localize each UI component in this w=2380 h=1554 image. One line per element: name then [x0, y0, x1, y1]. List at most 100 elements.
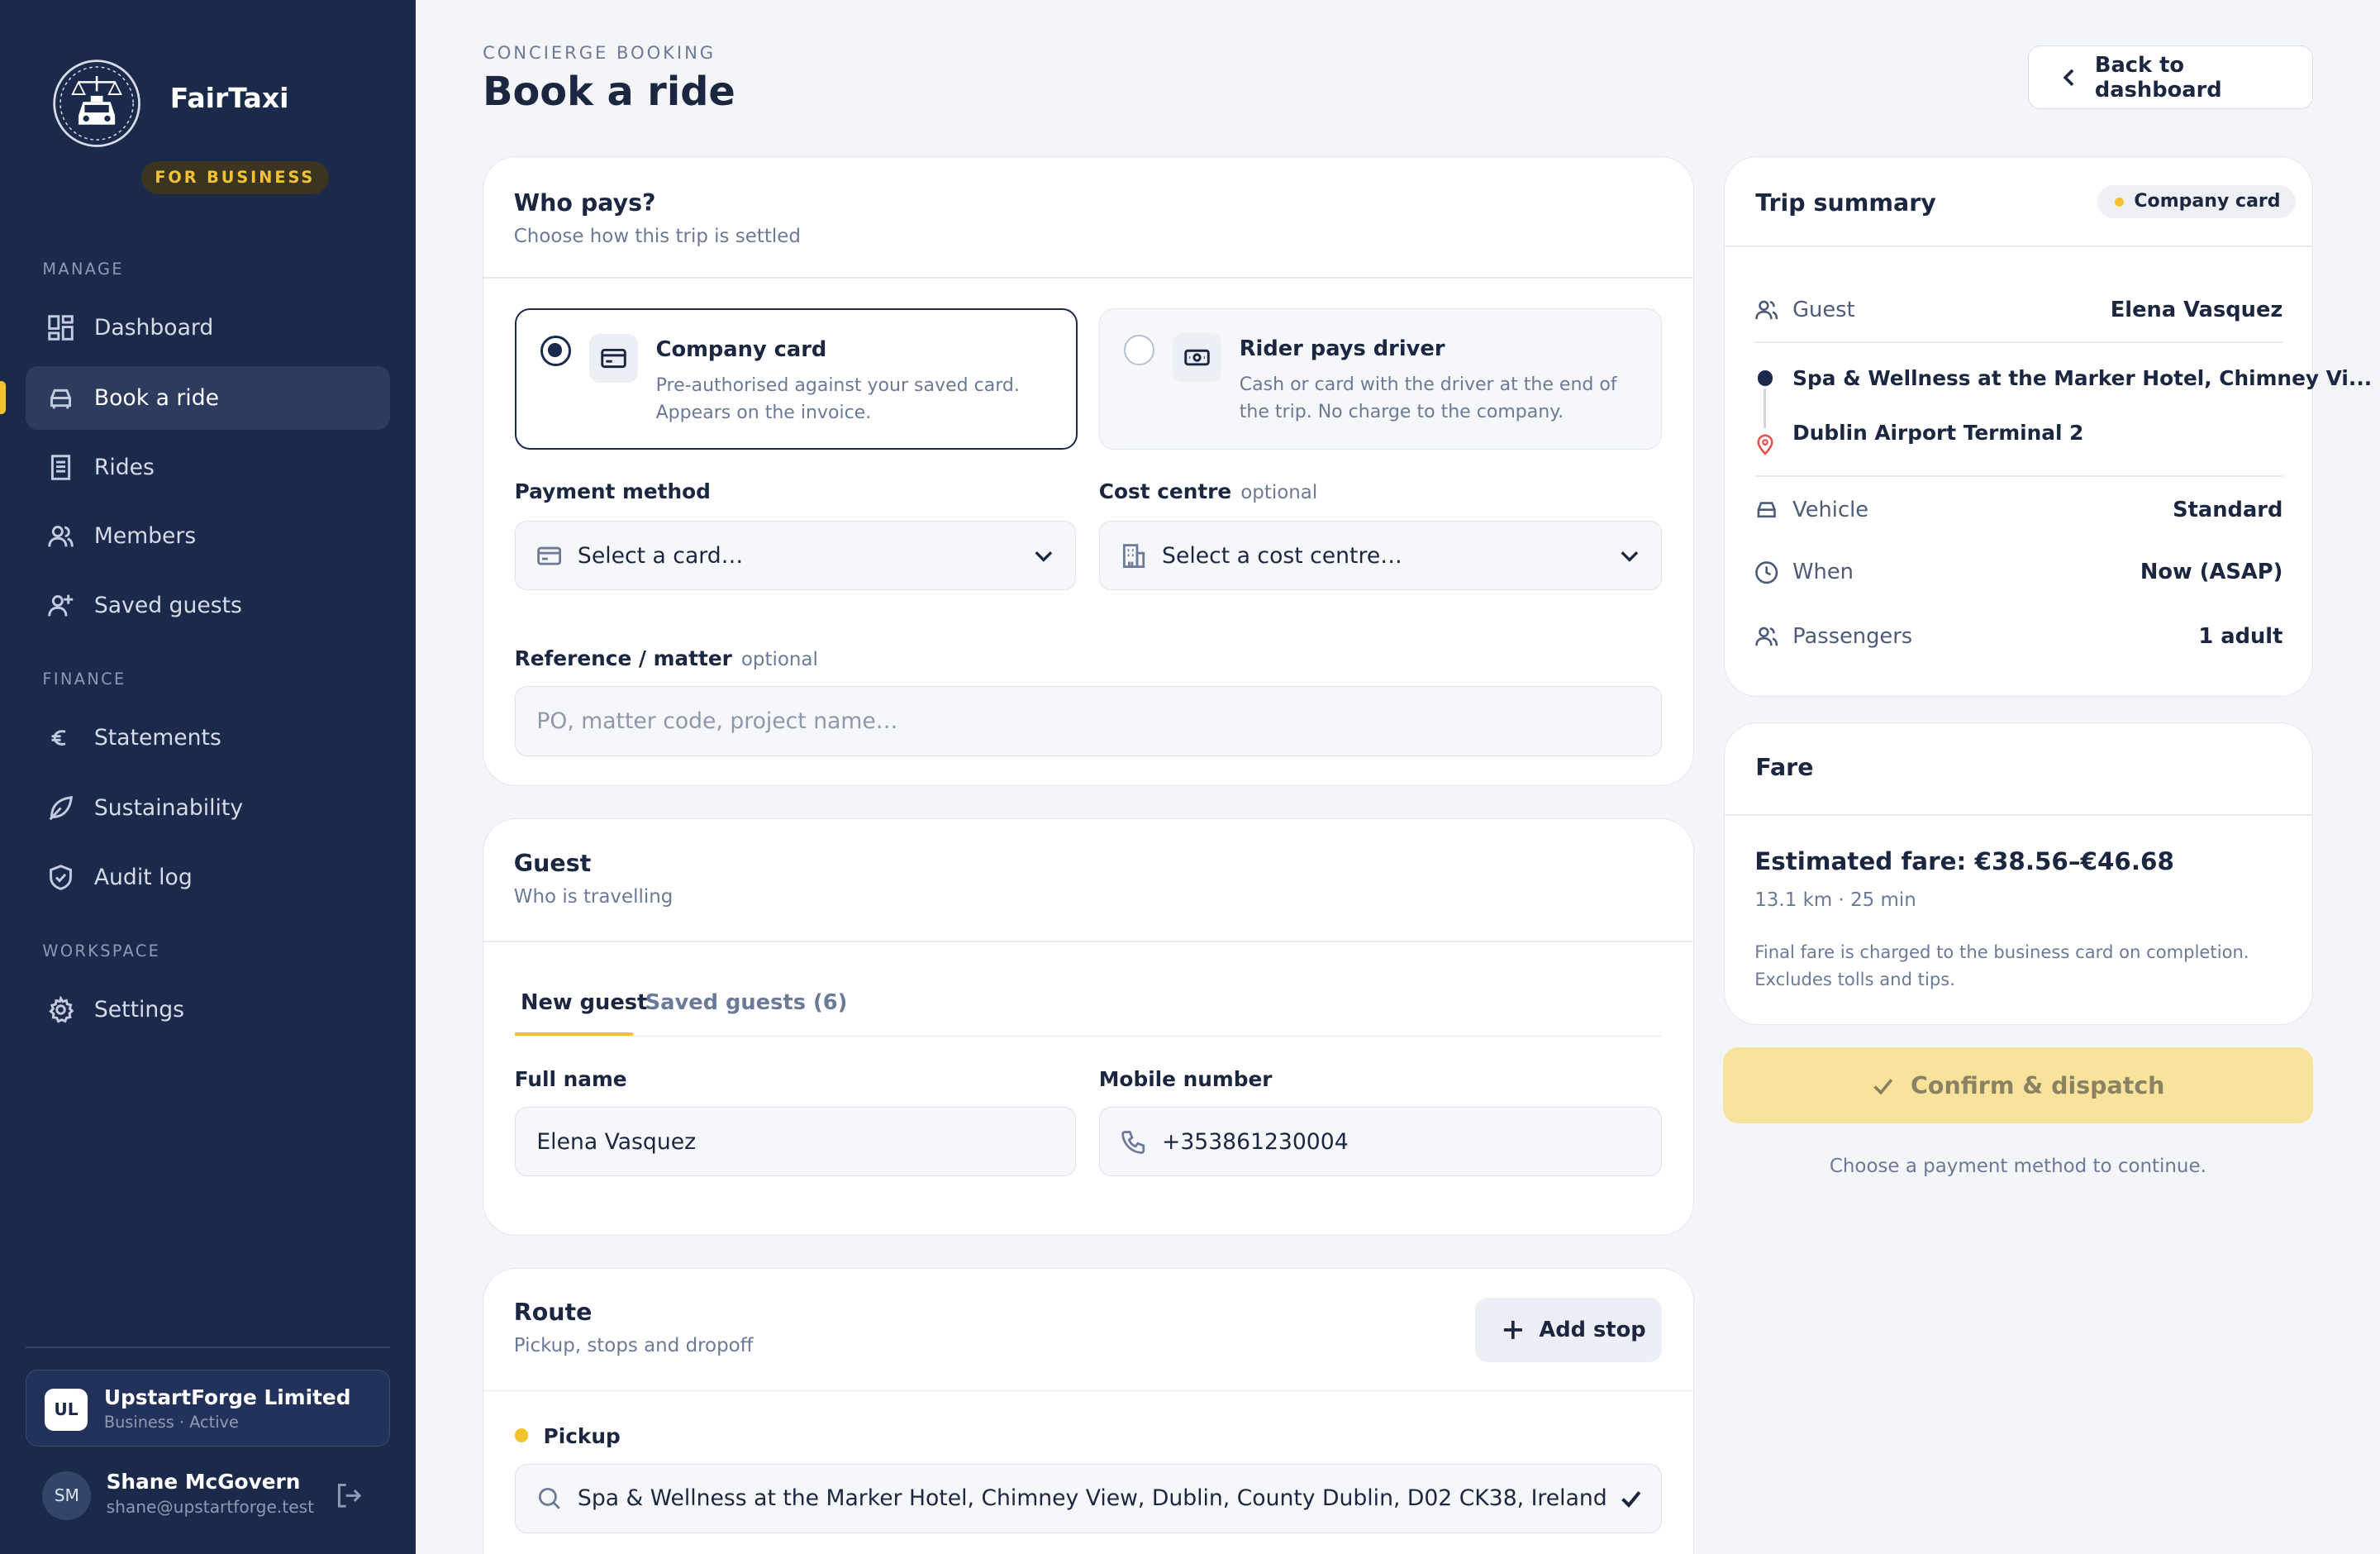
sidebar-item-dashboard[interactable]: Dashboard: [26, 296, 390, 360]
pickup-input[interactable]: Spa & Wellness at the Marker Hotel, Chim…: [514, 1463, 1663, 1534]
credit-card-icon: [537, 546, 562, 565]
sidebar-item-members[interactable]: Members: [26, 504, 390, 568]
divider: [1754, 341, 2283, 344]
sidebar-item-label: Statements: [93, 725, 221, 751]
sidebar-item-label: Dashboard: [93, 315, 214, 341]
confirm-dispatch-button[interactable]: Confirm & dispatch: [1722, 1047, 2314, 1124]
summary-guest-row: Guest Elena Vasquez: [1754, 294, 2282, 325]
fare-header: Fare: [1755, 754, 1813, 781]
divider: [1725, 245, 2313, 247]
sidebar-item-sustainability[interactable]: Sustainability: [26, 776, 390, 840]
fare-distance-duration: 13.1 km · 25 min: [1754, 889, 1916, 912]
summary-value: 1 adult: [2198, 623, 2283, 649]
full-name-value: Elena Vasquez: [536, 1128, 697, 1155]
full-name-label: Full name: [514, 1067, 627, 1092]
org-switcher[interactable]: UL UpstartForge Limited Business · Activ…: [26, 1369, 391, 1447]
tab-divider: [514, 1035, 1663, 1037]
confirm-hint: Choose a payment method to continue.: [1829, 1155, 2206, 1177]
pickup-value: Spa & Wellness at the Marker Hotel, Chim…: [577, 1485, 1607, 1512]
active-indicator: [0, 381, 7, 415]
chevron-down-icon: [1621, 551, 1638, 563]
fairtaxi-logo-icon: [51, 58, 142, 149]
page-eyebrow: CONCIERGE BOOKING: [483, 42, 716, 64]
tab-new-guest[interactable]: New guest: [521, 990, 647, 1015]
user-email: shane@upstartforge.test: [106, 1496, 315, 1517]
users-icon: [1755, 627, 1778, 646]
cost-centre-value: Select a cost centre…: [1162, 542, 1402, 569]
page-title: Book a ride: [483, 69, 735, 116]
back-to-dashboard-button[interactable]: Back to dashboard: [2027, 45, 2314, 110]
user-plus-icon: [45, 590, 76, 621]
car-icon: [45, 383, 76, 413]
summary-passengers-row: Passengers 1 adult: [1754, 621, 2282, 651]
sidebar-item-statements[interactable]: Statements: [26, 706, 390, 770]
add-stop-button[interactable]: Add stop: [1475, 1298, 1663, 1362]
sidebar: FairTaxi FOR BUSINESS MANAGE Dashboard B…: [0, 0, 416, 1554]
option-title: Rider pays driver: [1239, 336, 1445, 361]
euro-icon: [45, 722, 76, 753]
option-description: Pre-authorised against your saved card. …: [655, 375, 1020, 424]
check-icon: [1873, 1078, 1893, 1095]
summary-pickup: Spa & Wellness at the Marker Hotel, Chim…: [1792, 365, 2373, 390]
guest-subtitle: Who is travelling: [513, 885, 674, 908]
chevron-left-icon: [2063, 69, 2073, 86]
reference-label: Reference / matter optional: [514, 646, 818, 671]
shield-check-icon: [45, 862, 76, 893]
payment-method-label: Payment method: [514, 479, 711, 504]
tab-saved-guests[interactable]: Saved guests (6): [645, 990, 848, 1015]
summary-vehicle-row: Vehicle Standard: [1754, 495, 2282, 526]
guest-header: Guest Who is travelling: [514, 850, 674, 908]
org-status: Business · Active: [103, 1413, 239, 1432]
summary-key: When: [1792, 560, 1854, 585]
sidebar-item-label: Sustainability: [93, 794, 244, 821]
mobile-field[interactable]: +353861230004: [1098, 1106, 1663, 1177]
option-description: Cash or card with the driver at the end …: [1239, 374, 1617, 423]
pickup-dot-icon: [1757, 370, 1773, 386]
sidebar-item-audit-log[interactable]: Audit log: [26, 846, 390, 909]
payment-method-select[interactable]: Select a card…: [514, 520, 1077, 591]
sidebar-item-label: Book a ride: [93, 384, 219, 411]
reference-input[interactable]: PO, matter code, project name…: [514, 686, 1663, 756]
summary-key: Vehicle: [1792, 498, 1869, 523]
pickup-label: Pickup: [543, 1423, 621, 1448]
logout-icon[interactable]: [334, 1480, 364, 1511]
payment-option-company-card[interactable]: Company card Pre-authorised against your…: [514, 307, 1078, 450]
mobile-label: Mobile number: [1098, 1067, 1273, 1092]
dashboard-icon: [45, 312, 76, 343]
sidebar-item-settings[interactable]: Settings: [26, 978, 390, 1042]
sidebar-item-label: Settings: [93, 996, 185, 1022]
sidebar-item-label: Rides: [93, 455, 155, 481]
who-pays-subtitle: Choose how this trip is settled: [513, 225, 801, 247]
summary-key: Guest: [1792, 297, 1855, 322]
avatar: SM: [42, 1471, 92, 1520]
trip-summary-title: Trip summary: [1755, 188, 1936, 217]
full-name-field[interactable]: Elena Vasquez: [514, 1106, 1077, 1177]
radio-selected[interactable]: [540, 336, 571, 366]
building-icon: [1123, 543, 1145, 568]
user-name: Shane McGovern: [106, 1469, 301, 1494]
sidebar-item-label: Members: [93, 522, 197, 549]
cost-centre-select[interactable]: Select a cost centre…: [1098, 520, 1663, 591]
cash-icon: [1172, 333, 1221, 382]
leaf-icon: [45, 793, 76, 823]
sidebar-item-saved-guests[interactable]: Saved guests: [26, 574, 390, 637]
divider: [483, 1390, 1693, 1392]
sidebar-item-book-a-ride[interactable]: Book a ride: [26, 365, 391, 430]
sidebar-item-rides[interactable]: Rides: [26, 436, 390, 499]
fare-title: Fare: [1755, 753, 1814, 781]
section-label-workspace: WORKSPACE: [42, 941, 161, 961]
who-pays-header: Who pays? Choose how this trip is settle…: [514, 189, 801, 247]
active-tab-indicator: [514, 1032, 633, 1036]
radio-unselected[interactable]: [1124, 335, 1154, 365]
status-badge: Company card: [2097, 185, 2296, 219]
sidebar-item-label: Audit log: [93, 865, 193, 891]
summary-value: Now (ASAP): [2140, 560, 2283, 585]
fare-estimate: Estimated fare: €38.56–€46.68: [1754, 846, 2174, 875]
divider: [1754, 474, 2283, 477]
route-connector: [1764, 388, 1766, 428]
payment-option-rider-pays[interactable]: Rider pays driver Cash or card with the …: [1098, 307, 1663, 450]
add-stop-label: Add stop: [1539, 1317, 1646, 1342]
divider: [483, 277, 1693, 279]
payment-method-value: Select a card…: [577, 542, 744, 569]
cost-centre-label: Cost centre optional: [1098, 479, 1318, 504]
